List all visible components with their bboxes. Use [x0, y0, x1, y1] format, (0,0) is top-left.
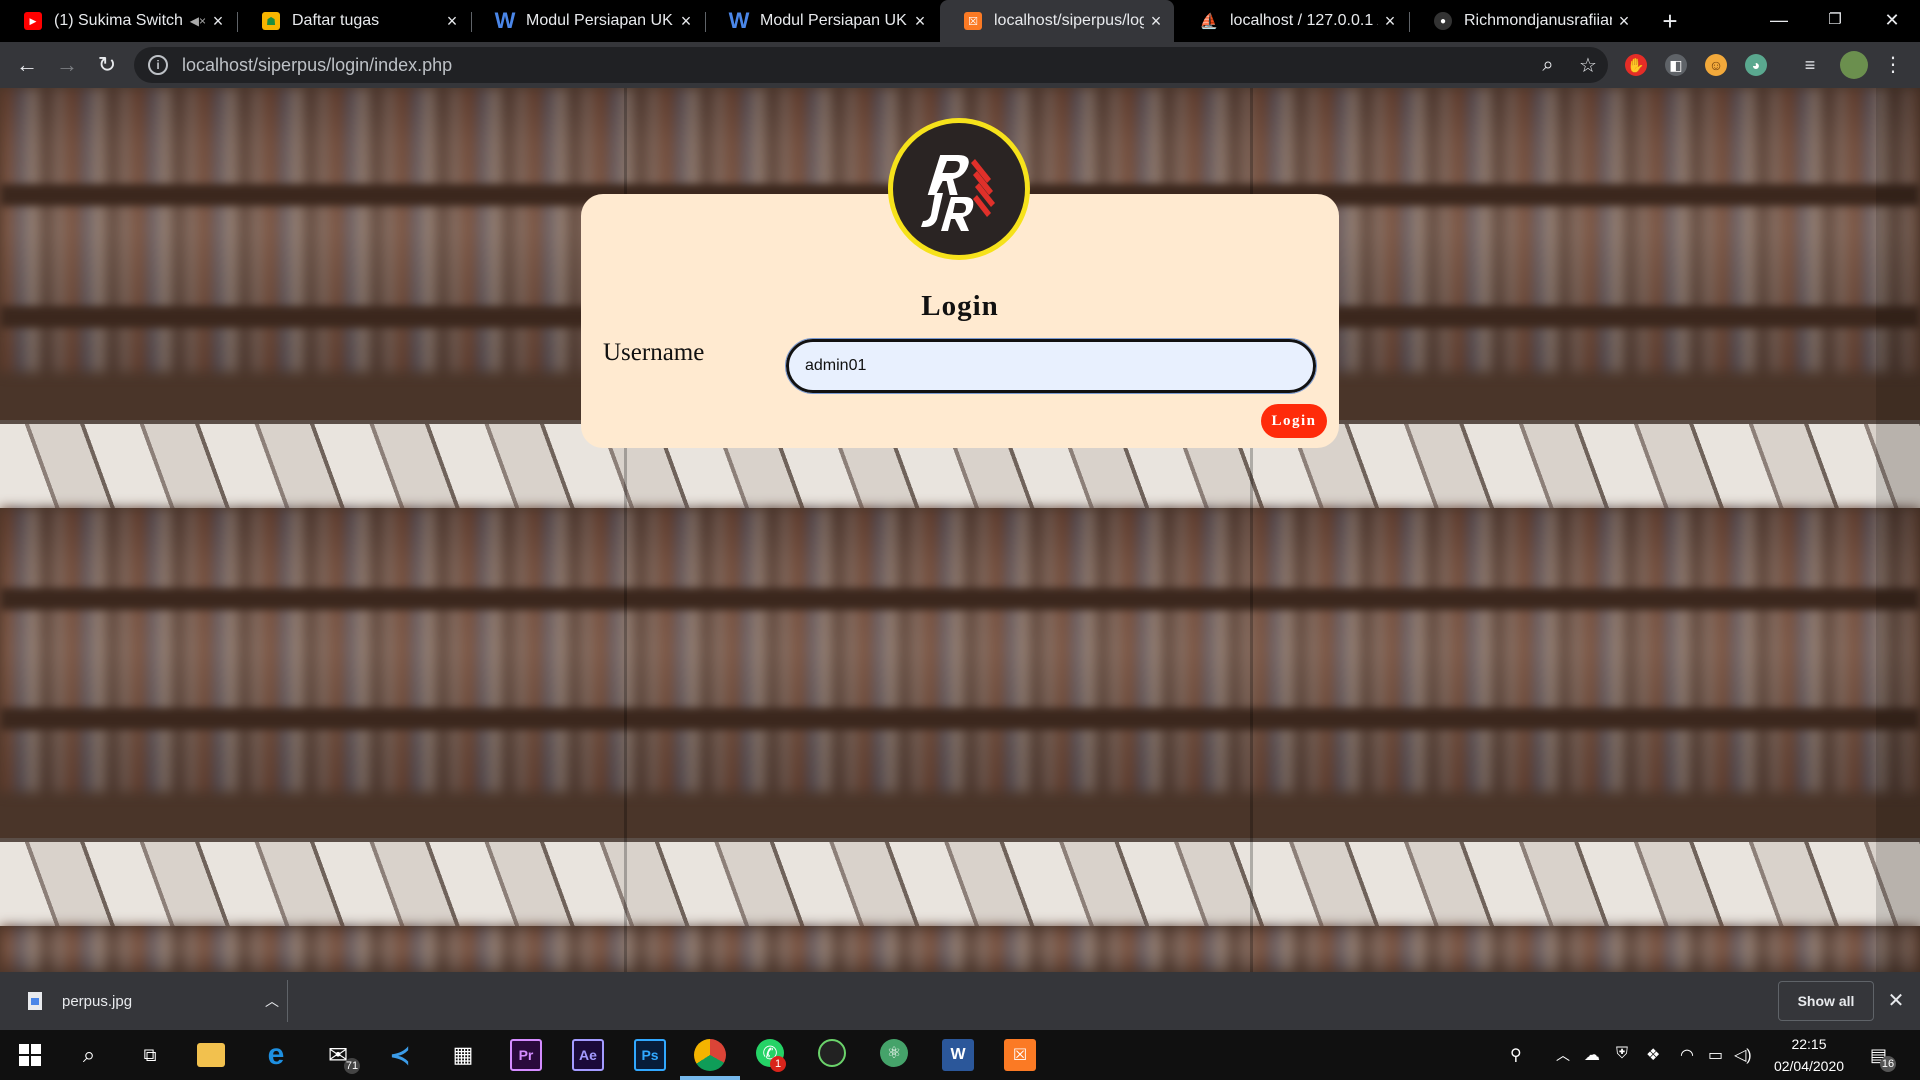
address-bar[interactable]: i localhost/siperpus/login/index.php ⌕ ☆	[134, 47, 1608, 83]
info-icon[interactable]: i	[148, 55, 168, 75]
login-heading: Login	[921, 290, 999, 322]
reload-button[interactable]: ↻	[92, 50, 122, 80]
zoom-icon[interactable]: ⌕	[1528, 54, 1568, 77]
tab-title: (1) Sukima Switch -	[54, 12, 184, 29]
tab-title: Daftar tugas	[292, 12, 380, 29]
minimize-button[interactable]: —	[1751, 0, 1807, 42]
photoshop-icon[interactable]: Ps	[634, 1039, 666, 1071]
atom-icon[interactable]: ⚛	[880, 1039, 908, 1067]
download-file-name[interactable]: perpus.jpg	[62, 993, 257, 1010]
rjr-logo-icon	[921, 155, 995, 231]
logo	[888, 118, 1030, 260]
clock-date: 02/04/2020	[1773, 1058, 1845, 1074]
username-label: Username	[603, 339, 705, 366]
edge-icon[interactable]: e	[260, 1038, 292, 1071]
page-viewport: Login Username Login	[0, 88, 1920, 972]
close-tab-icon[interactable]: ×	[1612, 11, 1636, 32]
github-icon: ●	[1434, 12, 1452, 30]
clock-time: 22:15	[1791, 1036, 1827, 1052]
back-button[interactable]: ←	[12, 50, 42, 80]
close-tab-icon[interactable]: ×	[1144, 11, 1168, 32]
tab-siperpus-login[interactable]: ☒ localhost/siperpus/logi ×	[940, 0, 1174, 42]
image-file-icon	[28, 992, 42, 1010]
windows-start-icon[interactable]	[14, 1039, 46, 1071]
tab-github[interactable]: ● Richmondjanusrafiiarya ×	[1410, 0, 1642, 42]
word-icon: W	[494, 8, 516, 33]
chevron-up-icon[interactable]: ︿	[1556, 1045, 1570, 1065]
download-item[interactable]: perpus.jpg ︿	[0, 972, 287, 1030]
whatsapp-badge: 1	[770, 1056, 786, 1072]
download-shelf: perpus.jpg ︿ Show all ✕	[0, 972, 1920, 1030]
notification-badge: 16	[1880, 1056, 1896, 1072]
username-input[interactable]	[785, 338, 1317, 394]
speaker-muted-icon[interactable]: ◀×	[190, 14, 206, 28]
active-indicator	[680, 1076, 740, 1080]
forward-button[interactable]: →	[52, 50, 82, 80]
file-explorer-icon[interactable]	[197, 1043, 225, 1067]
after-effects-icon[interactable]: Ae	[572, 1039, 604, 1071]
tab-youtube[interactable]: ▶ (1) Sukima Switch - ◀× ×	[0, 0, 236, 42]
clock[interactable]: 22:15 02/04/2020	[1763, 1033, 1855, 1077]
profile-avatar[interactable]	[1840, 51, 1868, 79]
chrome-menu-icon[interactable]: ⋮	[1882, 54, 1904, 76]
close-tab-icon[interactable]: ×	[206, 11, 230, 32]
tab-modul-ukl-6[interactable]: W Modul Persiapan UKL 6 ×	[706, 0, 938, 42]
chevron-up-icon[interactable]: ︿	[257, 991, 287, 1011]
premiere-icon[interactable]: Pr	[510, 1039, 542, 1071]
extension-face-icon[interactable]: ☺	[1705, 54, 1727, 76]
windows-taskbar: ⌕ ⧉ e ✉ 71 ≺ ▦ Pr Ae Ps ✆ 1 ⚛ W ☒ ⚲ ︿ ☁ …	[0, 1030, 1920, 1080]
tab-title: localhost / 127.0.0.1 / c	[1230, 12, 1378, 29]
battery-icon[interactable]: ▭	[1708, 1045, 1723, 1065]
people-icon[interactable]: ⚲	[1510, 1045, 1522, 1065]
address-url[interactable]: localhost/siperpus/login/index.php	[182, 55, 1528, 76]
xampp-icon[interactable]: ☒	[1004, 1039, 1036, 1071]
close-tab-icon[interactable]: ×	[1378, 11, 1402, 32]
mail-badge: 71	[344, 1058, 360, 1074]
close-window-button[interactable]: ✕	[1864, 0, 1920, 42]
phpmyadmin-icon: ⛵	[1199, 13, 1219, 30]
visual-studio-icon[interactable]: ≺	[384, 1039, 416, 1071]
bookmark-star-icon[interactable]: ☆	[1568, 53, 1608, 78]
store-icon[interactable]: ▦	[447, 1039, 479, 1071]
close-tab-icon[interactable]: ×	[440, 11, 464, 32]
tab-strip: ▶ (1) Sukima Switch - ◀× × ☗ Daftar tuga…	[0, 0, 1920, 42]
login-button[interactable]: Login	[1261, 404, 1327, 438]
close-tab-icon[interactable]: ×	[908, 11, 932, 32]
close-icon[interactable]: ✕	[1884, 988, 1908, 1013]
close-tab-icon[interactable]: ×	[674, 11, 698, 32]
xda-icon[interactable]	[818, 1039, 846, 1067]
tab-title: Modul Persiapan UKL 5	[526, 12, 674, 29]
dropbox-icon[interactable]: ❖	[1646, 1045, 1660, 1065]
tab-modul-ukl-5[interactable]: W Modul Persiapan UKL 5 ×	[472, 0, 704, 42]
extension-adblock-icon[interactable]: ✋	[1625, 54, 1647, 76]
tab-title: Richmondjanusrafiiarya	[1464, 12, 1612, 29]
extension-cat-icon[interactable]: ◕	[1745, 54, 1767, 76]
defender-icon[interactable]: ⛨	[1616, 1045, 1628, 1063]
youtube-icon: ▶	[24, 12, 42, 30]
show-all-button[interactable]: Show all	[1778, 981, 1874, 1021]
task-view-icon[interactable]: ⧉	[134, 1039, 166, 1071]
google-classroom-icon: ☗	[262, 12, 280, 30]
word-icon[interactable]: W	[942, 1039, 974, 1071]
divider	[287, 980, 288, 1022]
chrome-icon[interactable]	[694, 1039, 726, 1071]
browser-toolbar: ← → ↻ i localhost/siperpus/login/index.p…	[0, 42, 1920, 88]
xampp-icon: ☒	[964, 12, 982, 30]
restore-button[interactable]: ❐	[1807, 0, 1863, 42]
extension-screen-icon[interactable]: ◧	[1665, 54, 1687, 76]
search-icon[interactable]: ⌕	[73, 1039, 105, 1071]
tab-title: Modul Persiapan UKL 6	[760, 12, 908, 29]
word-icon: W	[728, 8, 750, 33]
media-queue-icon[interactable]: ≡	[1799, 54, 1821, 76]
tab-phpmyadmin[interactable]: ⛵ localhost / 127.0.0.1 / c ×	[1176, 0, 1408, 42]
onedrive-icon[interactable]: ☁	[1584, 1045, 1600, 1065]
new-tab-button[interactable]: +	[1655, 6, 1685, 36]
tab-daftar-tugas[interactable]: ☗ Daftar tugas ×	[238, 0, 470, 42]
tab-title: localhost/siperpus/logi	[994, 12, 1144, 29]
volume-icon[interactable]: ◁)	[1734, 1045, 1752, 1065]
wifi-icon[interactable]: ◠	[1680, 1045, 1694, 1065]
